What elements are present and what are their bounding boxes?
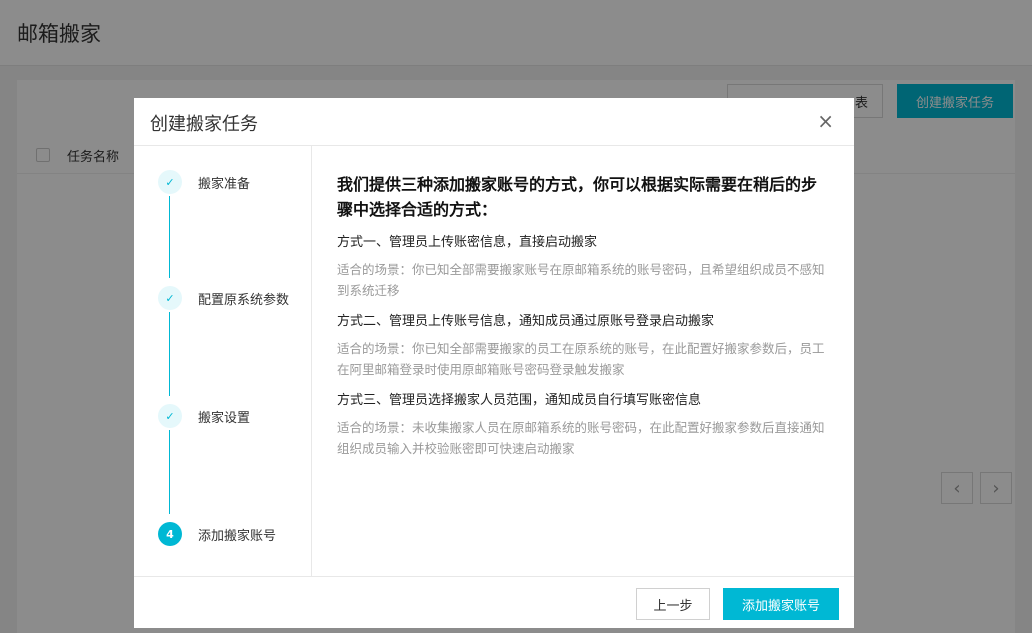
content-heading: 我们提供三种添加搬家账号的方式，你可以根据实际需要在稍后的步骤中选择合适的方式： <box>337 175 818 219</box>
step-label-preparation: 搬家准备 <box>198 177 251 192</box>
step-list: ✓ 搬家准备 ✓ 配置原系统参数 ✓ 搬家设置 4 添加搬家账号 <box>134 146 312 576</box>
close-icon[interactable]: × <box>817 110 834 132</box>
method-three-title: 方式三、管理员选择搬家人员范围，通知成员自行填写账密信息 <box>337 393 702 408</box>
step-connector <box>169 312 170 396</box>
check-icon: ✓ <box>158 286 182 310</box>
step-label-source-config: 配置原系统参数 <box>198 293 290 308</box>
modal-footer: 上一步 添加搬家账号 <box>134 576 854 628</box>
previous-step-button[interactable]: 上一步 <box>636 588 710 620</box>
method-two-desc: 适合的场景：你已知全部需要搬家的员工在原系统的账号，在此配置好搬家参数后，员工在… <box>337 341 825 377</box>
step-connector <box>169 196 170 278</box>
check-icon: ✓ <box>158 170 182 194</box>
method-three-desc: 适合的场景：未收集搬家人员在原邮箱系统的账号密码，在此配置好搬家参数后直接通知组… <box>337 420 825 456</box>
add-migration-accounts-button[interactable]: 添加搬家账号 <box>723 588 839 620</box>
modal-title: 创建搬家任务 <box>150 114 258 135</box>
modal-header: 创建搬家任务 × <box>134 98 854 146</box>
step-label-add-accounts: 添加搬家账号 <box>198 529 277 544</box>
method-one-desc: 适合的场景：你已知全部需要搬家账号在原邮箱系统的账号密码，且希望组织成员不感知到… <box>337 262 825 298</box>
methods-description: 我们提供三种添加搬家账号的方式，你可以根据实际需要在稍后的步骤中选择合适的方式：… <box>330 158 838 468</box>
step-connector <box>169 430 170 514</box>
step-label-settings: 搬家设置 <box>198 411 251 426</box>
step-number-badge: 4 <box>158 522 182 546</box>
create-task-modal: 创建搬家任务 × ✓ 搬家准备 ✓ 配置原系统参数 ✓ 搬家设置 4 添加搬家账… <box>134 98 854 628</box>
add-button-highlight: 添加搬家账号 <box>716 582 846 626</box>
check-icon: ✓ <box>158 404 182 428</box>
method-two-title: 方式二、管理员上传账号信息，通知成员通过原账号登录启动搬家 <box>337 314 715 329</box>
method-one-title: 方式一、管理员上传账密信息，直接启动搬家 <box>337 235 598 250</box>
